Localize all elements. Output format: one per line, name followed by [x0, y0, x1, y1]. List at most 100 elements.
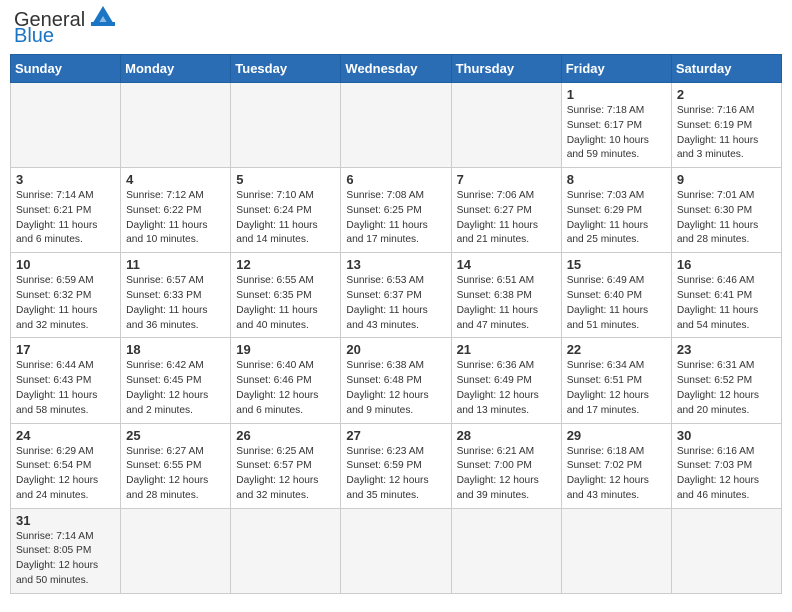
calendar-cell: 24 Sunrise: 6:29 AM Sunset: 6:54 PM Dayli… — [11, 423, 121, 508]
day-number: 6 — [346, 172, 445, 187]
calendar-cell: 4Sunrise: 7:12 AM Sunset: 6:22 PM Daylig… — [121, 168, 231, 253]
day-info: Sunrise: 7:10 AM Sunset: 6:24 PM Dayligh… — [236, 189, 335, 248]
weekday-header-tuesday: Tuesday — [231, 55, 341, 83]
day-number: 31 — [16, 513, 115, 528]
calendar-cell — [121, 83, 231, 168]
day-number: 23 — [677, 342, 776, 357]
day-info: Sunrise: 7:14 AM Sunset: 8:05 PM Dayligh… — [16, 530, 115, 589]
day-number: 1 — [567, 87, 666, 102]
day-info: Sunrise: 6:29 AM Sunset: 6:54 PM Dayligh… — [16, 445, 115, 504]
day-info: Sunrise: 6:31 AM Sunset: 6:52 PM Dayligh… — [677, 359, 776, 418]
day-info: Sunrise: 7:16 AM Sunset: 6:19 PM Dayligh… — [677, 104, 776, 163]
calendar-cell: 30Sunrise: 6:16 AM Sunset: 7:03 PM Dayli… — [671, 423, 781, 508]
calendar-cell: 7Sunrise: 7:06 AM Sunset: 6:27 PM Daylig… — [451, 168, 561, 253]
day-info: Sunrise: 6:53 AM Sunset: 6:37 PM Dayligh… — [346, 274, 445, 333]
day-info: Sunrise: 7:08 AM Sunset: 6:25 PM Dayligh… — [346, 189, 445, 248]
calendar-week-row: 31 Sunrise: 7:14 AM Sunset: 8:05 PM Dayli… — [11, 508, 782, 593]
calendar-week-row: 3 Sunrise: 7:14 AM Sunset: 6:21 PM Daylig… — [11, 168, 782, 253]
day-info: Sunrise: 7:03 AM Sunset: 6:29 PM Dayligh… — [567, 189, 666, 248]
day-number: 21 — [457, 342, 556, 357]
day-number: 29 — [567, 428, 666, 443]
day-info: Sunrise: 7:14 AM Sunset: 6:21 PM Dayligh… — [16, 189, 115, 248]
logo-text-blue: Blue — [14, 26, 54, 46]
calendar-cell — [341, 83, 451, 168]
calendar-cell: 29 Sunrise: 6:18 AM Sunset: 7:02 PM Dayli… — [561, 423, 671, 508]
day-number: 9 — [677, 172, 776, 187]
calendar-cell: 1 Sunrise: 7:18 AM Sunset: 6:17 PM Daylig… — [561, 83, 671, 168]
calendar-cell — [451, 83, 561, 168]
calendar-cell: 25 Sunrise: 6:27 AM Sunset: 6:55 PM Dayli… — [121, 423, 231, 508]
calendar-cell: 3 Sunrise: 7:14 AM Sunset: 6:21 PM Daylig… — [11, 168, 121, 253]
day-number: 10 — [16, 257, 115, 272]
calendar-cell: 8 Sunrise: 7:03 AM Sunset: 6:29 PM Daylig… — [561, 168, 671, 253]
day-number: 24 — [16, 428, 115, 443]
day-number: 4 — [126, 172, 225, 187]
day-info: Sunrise: 6:57 AM Sunset: 6:33 PM Dayligh… — [126, 274, 225, 333]
calendar-cell: 10 Sunrise: 6:59 AM Sunset: 6:32 PM Dayli… — [11, 253, 121, 338]
day-number: 11 — [126, 257, 225, 272]
day-info: Sunrise: 7:18 AM Sunset: 6:17 PM Dayligh… — [567, 104, 666, 163]
calendar-cell — [231, 83, 341, 168]
day-info: Sunrise: 6:46 AM Sunset: 6:41 PM Dayligh… — [677, 274, 776, 333]
calendar-cell: 9Sunrise: 7:01 AM Sunset: 6:30 PM Daylig… — [671, 168, 781, 253]
day-number: 22 — [567, 342, 666, 357]
day-info: Sunrise: 6:59 AM Sunset: 6:32 PM Dayligh… — [16, 274, 115, 333]
page-header: General Blue — [10, 10, 782, 46]
day-info: Sunrise: 6:23 AM Sunset: 6:59 PM Dayligh… — [346, 445, 445, 504]
calendar-cell: 28Sunrise: 6:21 AM Sunset: 7:00 PM Dayli… — [451, 423, 561, 508]
calendar-cell: 21 Sunrise: 6:36 AM Sunset: 6:49 PM Dayli… — [451, 338, 561, 423]
day-number: 14 — [457, 257, 556, 272]
day-number: 20 — [346, 342, 445, 357]
day-info: Sunrise: 6:27 AM Sunset: 6:55 PM Dayligh… — [126, 445, 225, 504]
day-number: 8 — [567, 172, 666, 187]
day-number: 5 — [236, 172, 335, 187]
calendar-header-row: SundayMondayTuesdayWednesdayThursdayFrid… — [11, 55, 782, 83]
day-info: Sunrise: 6:36 AM Sunset: 6:49 PM Dayligh… — [457, 359, 556, 418]
day-number: 17 — [16, 342, 115, 357]
calendar-cell: 16 Sunrise: 6:46 AM Sunset: 6:41 PM Dayli… — [671, 253, 781, 338]
calendar-week-row: 17 Sunrise: 6:44 AM Sunset: 6:43 PM Dayli… — [11, 338, 782, 423]
day-info: Sunrise: 7:06 AM Sunset: 6:27 PM Dayligh… — [457, 189, 556, 248]
day-number: 27 — [346, 428, 445, 443]
calendar-week-row: 1 Sunrise: 7:18 AM Sunset: 6:17 PM Daylig… — [11, 83, 782, 168]
calendar-cell: 20 Sunrise: 6:38 AM Sunset: 6:48 PM Dayli… — [341, 338, 451, 423]
calendar-cell — [561, 508, 671, 593]
calendar-cell: 17 Sunrise: 6:44 AM Sunset: 6:43 PM Dayli… — [11, 338, 121, 423]
weekday-header-monday: Monday — [121, 55, 231, 83]
day-number: 16 — [677, 257, 776, 272]
weekday-header-saturday: Saturday — [671, 55, 781, 83]
day-info: Sunrise: 6:25 AM Sunset: 6:57 PM Dayligh… — [236, 445, 335, 504]
calendar-cell: 14Sunrise: 6:51 AM Sunset: 6:38 PM Dayli… — [451, 253, 561, 338]
day-number: 19 — [236, 342, 335, 357]
calendar-cell — [11, 83, 121, 168]
day-info: Sunrise: 6:55 AM Sunset: 6:35 PM Dayligh… — [236, 274, 335, 333]
day-number: 15 — [567, 257, 666, 272]
day-number: 3 — [16, 172, 115, 187]
day-info: Sunrise: 6:49 AM Sunset: 6:40 PM Dayligh… — [567, 274, 666, 333]
day-info: Sunrise: 6:44 AM Sunset: 6:43 PM Dayligh… — [16, 359, 115, 418]
weekday-header-friday: Friday — [561, 55, 671, 83]
day-number: 25 — [126, 428, 225, 443]
day-info: Sunrise: 6:40 AM Sunset: 6:46 PM Dayligh… — [236, 359, 335, 418]
weekday-header-sunday: Sunday — [11, 55, 121, 83]
weekday-header-thursday: Thursday — [451, 55, 561, 83]
calendar-cell: 12 Sunrise: 6:55 AM Sunset: 6:35 PM Dayli… — [231, 253, 341, 338]
day-number: 26 — [236, 428, 335, 443]
calendar-cell: 18Sunrise: 6:42 AM Sunset: 6:45 PM Dayli… — [121, 338, 231, 423]
calendar-cell — [231, 508, 341, 593]
day-info: Sunrise: 6:38 AM Sunset: 6:48 PM Dayligh… — [346, 359, 445, 418]
calendar-cell — [121, 508, 231, 593]
day-number: 2 — [677, 87, 776, 102]
calendar-cell: 31 Sunrise: 7:14 AM Sunset: 8:05 PM Dayli… — [11, 508, 121, 593]
calendar-cell: 6 Sunrise: 7:08 AM Sunset: 6:25 PM Daylig… — [341, 168, 451, 253]
calendar-cell — [451, 508, 561, 593]
calendar-cell: 5 Sunrise: 7:10 AM Sunset: 6:24 PM Daylig… — [231, 168, 341, 253]
day-info: Sunrise: 6:34 AM Sunset: 6:51 PM Dayligh… — [567, 359, 666, 418]
day-info: Sunrise: 6:18 AM Sunset: 7:02 PM Dayligh… — [567, 445, 666, 504]
day-number: 12 — [236, 257, 335, 272]
weekday-header-wednesday: Wednesday — [341, 55, 451, 83]
calendar-cell: 19 Sunrise: 6:40 AM Sunset: 6:46 PM Dayli… — [231, 338, 341, 423]
day-number: 18 — [126, 342, 225, 357]
calendar-cell: 15 Sunrise: 6:49 AM Sunset: 6:40 PM Dayli… — [561, 253, 671, 338]
calendar-cell — [341, 508, 451, 593]
